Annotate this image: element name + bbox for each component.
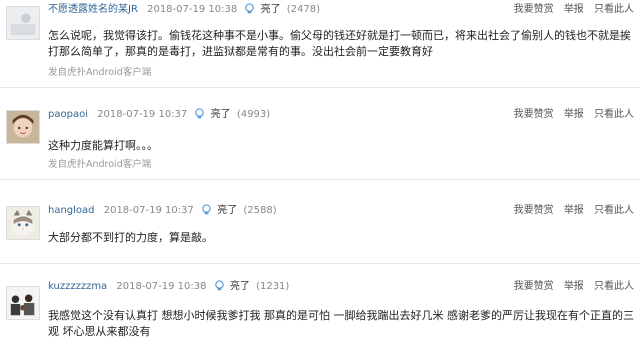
light-button[interactable]: 亮了	[261, 4, 281, 15]
post-meta: hangload 2018-07-19 10:37 亮了 (2588)	[48, 204, 277, 218]
only-this-user-button[interactable]: 只看此人	[594, 205, 634, 216]
username-link[interactable]: 不愿透露姓名的某JR	[48, 4, 138, 15]
avatar-group-icon	[7, 287, 39, 319]
post-actions: 我要赞赏 举报 只看此人	[507, 204, 634, 218]
report-button[interactable]: 举报	[564, 4, 584, 15]
post-meta: 不愿透露姓名的某JR 2018-07-19 10:38 亮了 (2478)	[48, 3, 320, 17]
username-link[interactable]: paopaoi	[48, 109, 88, 120]
reply-content: 大部分都不到打的力度，算是敲。	[48, 231, 213, 244]
light-button[interactable]: 亮了	[217, 205, 237, 216]
avatar-cat-icon	[7, 207, 39, 239]
tip-button[interactable]: 我要赞赏	[514, 205, 554, 216]
post-actions: 我要赞赏 举报 只看此人	[507, 3, 634, 17]
light-bulb-icon[interactable]	[244, 3, 255, 14]
reply-post: paopaoi 2018-07-19 10:37 亮了 (4993) 我要赞赏 …	[0, 104, 640, 180]
reply-post: 不愿透露姓名的某JR 2018-07-19 10:38 亮了 (2478) 我要…	[0, 0, 640, 88]
post-actions: 我要赞赏 举报 只看此人	[507, 280, 634, 294]
post-time: 2018-07-19 10:37	[103, 205, 194, 216]
reply-post: hangload 2018-07-19 10:37 亮了 (2588) 我要赞赏…	[0, 200, 640, 264]
light-button[interactable]: 亮了	[230, 281, 250, 292]
avatar-plain-icon	[7, 7, 39, 39]
light-count: (1231)	[256, 281, 290, 292]
reply-content: 怎么说呢，我觉得该打。偷钱花这种事不是小事。偷父母的钱还好就是打一顿而已，将来出…	[48, 29, 631, 58]
username-link[interactable]: hangload	[48, 205, 95, 216]
tip-button[interactable]: 我要赞赏	[514, 109, 554, 120]
only-this-user-button[interactable]: 只看此人	[594, 4, 634, 15]
light-count: (4993)	[236, 109, 271, 120]
client-source: 发自虎扑Android客户端	[48, 67, 152, 78]
post-meta: kuzzzzzzma 2018-07-19 10:38 亮了 (1231)	[48, 280, 289, 294]
light-count: (2478)	[286, 4, 321, 15]
reply-feed: 不愿透露姓名的某JR 2018-07-19 10:38 亮了 (2478) 我要…	[0, 0, 640, 350]
post-time: 2018-07-19 10:38	[147, 4, 238, 15]
avatar[interactable]	[6, 206, 40, 240]
report-button[interactable]: 举报	[564, 281, 584, 292]
reply-post: kuzzzzzzma 2018-07-19 10:38 亮了 (1231) 我要…	[0, 280, 640, 350]
only-this-user-button[interactable]: 只看此人	[594, 109, 634, 120]
light-button[interactable]: 亮了	[211, 109, 231, 120]
light-bulb-icon[interactable]	[201, 204, 212, 215]
only-this-user-button[interactable]: 只看此人	[594, 281, 634, 292]
light-bulb-icon[interactable]	[214, 280, 225, 291]
reply-content: 这种力度能算打啊。。。	[48, 139, 158, 152]
report-button[interactable]: 举报	[564, 109, 584, 120]
post-time: 2018-07-19 10:37	[97, 109, 188, 120]
reply-content: 我感觉这个没有认真打 想想小时候我爹打我 那真的是可怕 一脚给我踹出去好几米 感…	[48, 309, 634, 338]
client-source: 发自虎扑Android客户端	[48, 159, 152, 170]
post-meta: paopaoi 2018-07-19 10:37 亮了 (4993)	[48, 108, 270, 122]
post-actions: 我要赞赏 举报 只看此人	[507, 108, 634, 122]
avatar-child-icon	[7, 111, 39, 143]
report-button[interactable]: 举报	[564, 205, 584, 216]
avatar[interactable]	[6, 110, 40, 144]
avatar[interactable]	[6, 6, 40, 40]
tip-button[interactable]: 我要赞赏	[514, 281, 554, 292]
post-time: 2018-07-19 10:38	[116, 281, 207, 292]
light-count: (2588)	[243, 205, 277, 216]
avatar[interactable]	[6, 286, 40, 320]
username-link[interactable]: kuzzzzzzma	[48, 281, 107, 292]
tip-button[interactable]: 我要赞赏	[514, 4, 554, 15]
light-bulb-icon[interactable]	[194, 108, 205, 119]
